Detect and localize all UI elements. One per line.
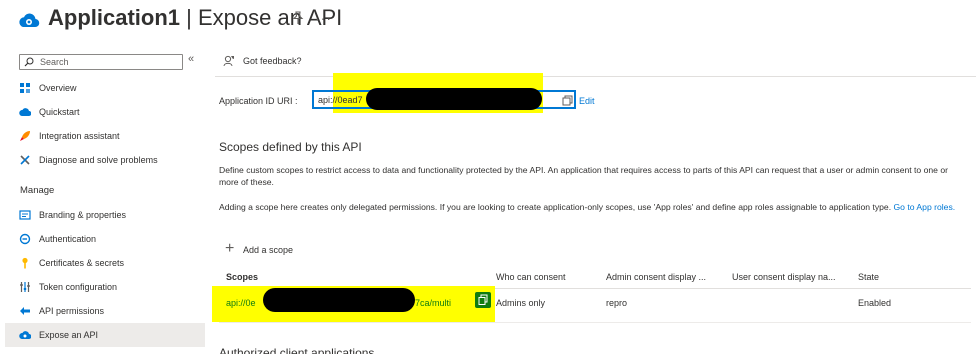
sidebar-item-label: Token configuration bbox=[39, 282, 118, 292]
sidebar-item-label: Authentication bbox=[39, 234, 97, 244]
sidebar-item-quickstart[interactable]: Quickstart bbox=[5, 100, 205, 124]
column-header-user-consent[interactable]: User consent display na... bbox=[732, 272, 836, 282]
grid-icon bbox=[20, 83, 30, 93]
cell-admin-consent: repro bbox=[606, 298, 628, 308]
copy-scope-button[interactable] bbox=[475, 292, 491, 308]
app-roles-description: Adding a scope here creates only delegat… bbox=[219, 201, 959, 213]
sidebar-section-manage: Manage bbox=[20, 185, 55, 196]
sidebar: Search « Overview Quickstart Integration… bbox=[0, 40, 205, 354]
search-icon bbox=[24, 57, 34, 67]
table-row-divider bbox=[219, 322, 971, 323]
sidebar-item-branding[interactable]: Branding & properties bbox=[5, 203, 205, 227]
authorized-clients-title: Authorized client applications bbox=[219, 346, 375, 354]
application-id-value: api://0ead7 bbox=[318, 95, 363, 105]
sidebar-item-integration-assistant[interactable]: Integration assistant bbox=[5, 124, 205, 148]
column-header-state[interactable]: State bbox=[858, 272, 879, 282]
copy-icon bbox=[478, 294, 488, 305]
more-options-icon[interactable]: ··· bbox=[315, 10, 332, 26]
cell-state: Enabled bbox=[858, 298, 892, 308]
sidebar-item-authentication[interactable]: Authentication bbox=[5, 227, 205, 251]
add-scope-label: Add a scope bbox=[243, 245, 294, 255]
sidebar-item-overview[interactable]: Overview bbox=[5, 76, 205, 100]
edit-application-id-link[interactable]: Edit bbox=[579, 96, 595, 106]
collapse-sidebar-icon[interactable]: « bbox=[188, 53, 194, 65]
scope-link-suffix[interactable]: 7ca/multi bbox=[415, 298, 451, 308]
search-placeholder: Search bbox=[40, 57, 69, 67]
key-icon bbox=[22, 257, 28, 269]
main-content: Got feedback? Application ID URI : api:/… bbox=[205, 40, 976, 354]
permissions-icon bbox=[20, 307, 30, 315]
scopes-section-title: Scopes defined by this API bbox=[219, 140, 362, 154]
sidebar-item-diagnose[interactable]: Diagnose and solve problems bbox=[5, 148, 205, 172]
title-separator: | bbox=[180, 5, 198, 30]
feedback-label: Got feedback? bbox=[243, 56, 302, 66]
sidebar-item-api-permissions[interactable]: API permissions bbox=[5, 299, 205, 323]
copy-icon[interactable] bbox=[562, 95, 573, 106]
sidebar-item-expose-an-api[interactable]: Expose an API bbox=[5, 323, 205, 347]
wrench-icon bbox=[20, 155, 30, 165]
rocket-icon bbox=[20, 131, 30, 141]
app-roles-text: Adding a scope here creates only delegat… bbox=[219, 202, 892, 212]
column-header-scopes[interactable]: Scopes bbox=[226, 272, 258, 282]
scopes-description: Define custom scopes to restrict access … bbox=[219, 165, 948, 187]
application-id-uri-field[interactable]: api://0ead7 bbox=[312, 88, 576, 110]
column-header-who-can-consent[interactable]: Who can consent bbox=[496, 272, 566, 282]
sidebar-item-label: Quickstart bbox=[39, 107, 80, 117]
cloud-icon bbox=[19, 331, 31, 339]
sidebar-item-label: Certificates & secrets bbox=[39, 258, 125, 268]
sidebar-search-input[interactable]: Search bbox=[19, 54, 183, 70]
page-header: Application1 | Expose an API ··· bbox=[0, 0, 976, 40]
cell-who-can-consent: Admins only bbox=[496, 298, 546, 308]
sidebar-item-label: API permissions bbox=[39, 306, 105, 316]
branding-icon bbox=[19, 210, 31, 220]
column-header-admin-consent[interactable]: Admin consent display ... bbox=[606, 272, 706, 282]
go-to-app-roles-link[interactable]: Go to App roles. bbox=[894, 202, 956, 212]
cloud-icon bbox=[19, 108, 31, 116]
sidebar-item-label: Diagnose and solve problems bbox=[39, 155, 158, 165]
authentication-icon bbox=[19, 233, 31, 245]
sidebar-item-certificates[interactable]: Certificates & secrets bbox=[5, 251, 205, 275]
sidebar-item-label: Overview bbox=[39, 83, 77, 93]
app-registration-icon bbox=[19, 13, 40, 28]
redaction-mark bbox=[366, 88, 542, 110]
redaction-mark bbox=[263, 288, 415, 312]
sidebar-item-token-configuration[interactable]: Token configuration bbox=[5, 275, 205, 299]
pin-icon[interactable] bbox=[291, 11, 305, 25]
plus-icon: + bbox=[225, 240, 235, 257]
sidebar-item-label: Integration assistant bbox=[39, 131, 120, 141]
feedback-icon bbox=[223, 55, 234, 67]
sidebar-item-label: Expose an API bbox=[39, 330, 99, 340]
toolbar-divider bbox=[215, 76, 976, 77]
application-id-label: Application ID URI : bbox=[219, 96, 298, 106]
scope-link[interactable]: api://0e bbox=[226, 298, 256, 308]
app-name: Application1 bbox=[48, 5, 181, 30]
sidebar-item-label: Branding & properties bbox=[39, 210, 127, 220]
sliders-icon bbox=[20, 282, 30, 292]
